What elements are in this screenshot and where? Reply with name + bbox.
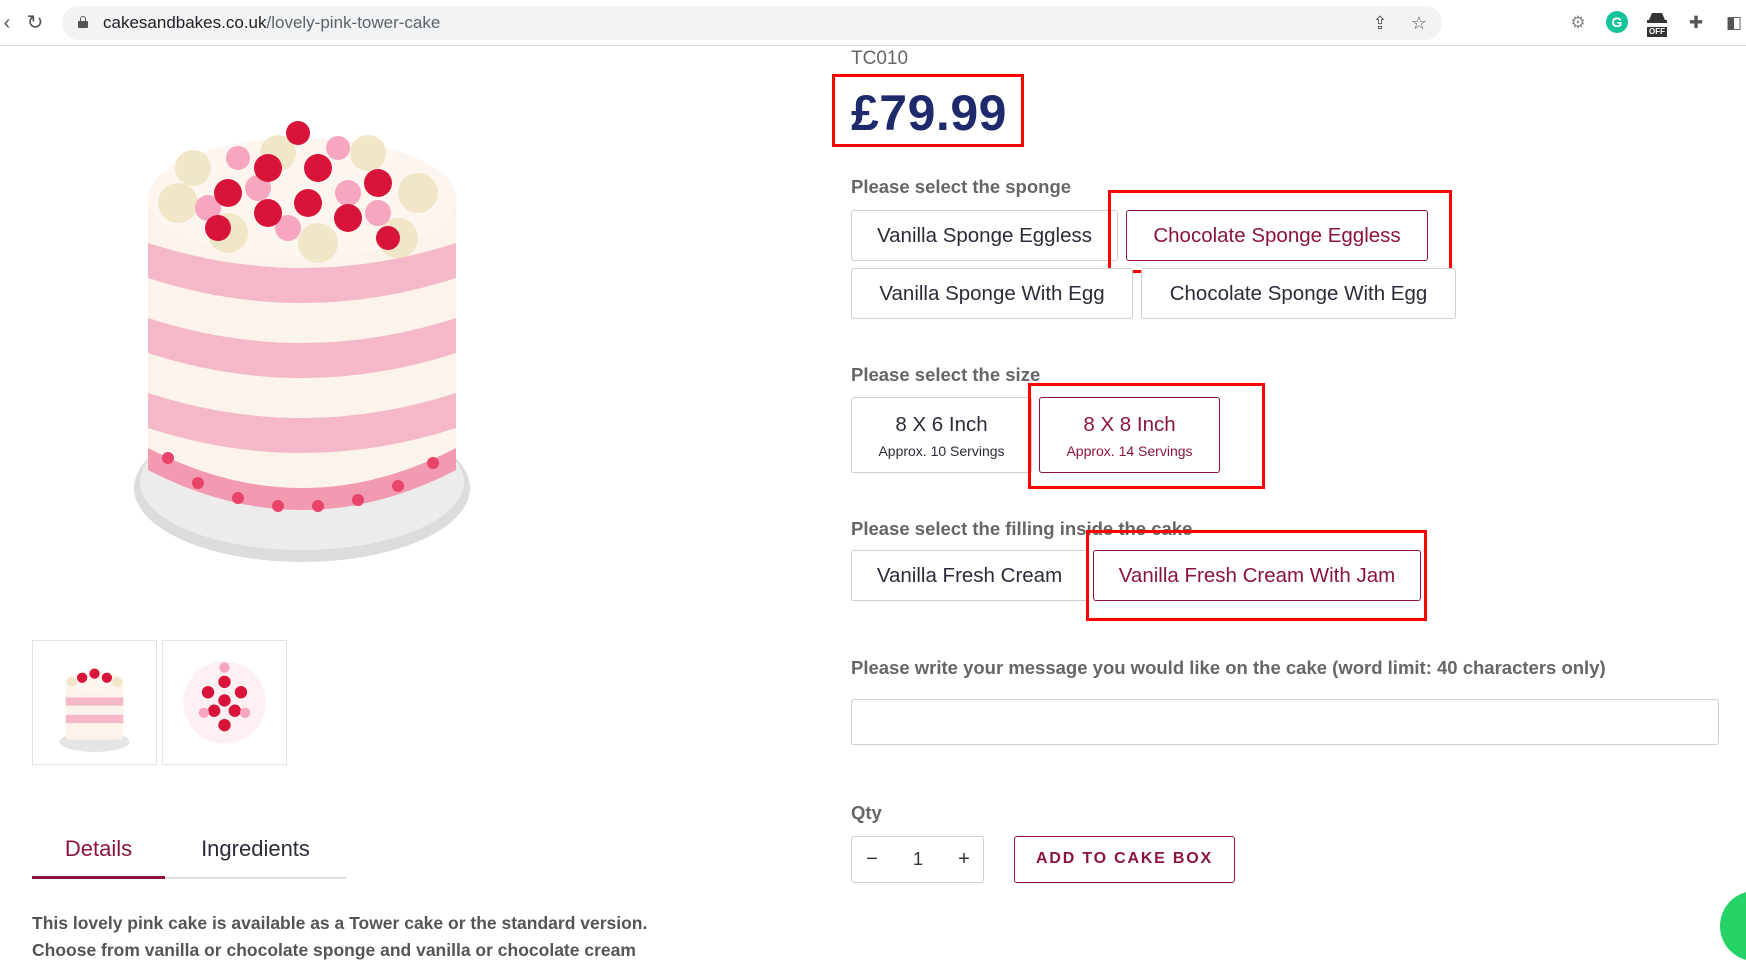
qty-label: Qty	[851, 802, 882, 823]
size-option-8x8-servings: Approx. 14 Servings	[1066, 443, 1193, 459]
filling-option-vanilla-fresh-cream-with-jam[interactable]: Vanilla Fresh Cream With Jam	[1093, 550, 1421, 601]
product-tabs: Details Ingredients	[32, 826, 346, 879]
thumbnail-top-view[interactable]	[162, 640, 287, 765]
qty-decrease-button[interactable]: −	[852, 837, 892, 882]
back-icon[interactable]: ‹	[0, 10, 20, 36]
product-description: This lovely pink cake is available as a …	[32, 913, 648, 960]
sponge-option-chocolate-with-egg[interactable]: Chocolate Sponge With Egg	[1141, 268, 1456, 319]
url-text: cakesandbakes.co.uk/lovely-pink-tower-ca…	[103, 13, 441, 32]
size-option-8x8[interactable]: 8 X 8 Inch Approx. 14 Servings	[1039, 397, 1220, 473]
size-option-8x6-label: 8 X 6 Inch	[895, 413, 988, 436]
grammarly-icon[interactable]: G	[1606, 11, 1630, 35]
add-to-cake-box-button[interactable]: ADD TO CAKE BOX	[1014, 836, 1235, 883]
address-bar[interactable]: cakesandbakes.co.uk/lovely-pink-tower-ca…	[62, 6, 1442, 40]
quantity-stepper: − 1 +	[851, 836, 984, 883]
browser-toolbar: ‹ ↻ cakesandbakes.co.uk/lovely-pink-towe…	[0, 0, 1746, 46]
sponge-option-vanilla-with-egg[interactable]: Vanilla Sponge With Egg	[851, 268, 1133, 319]
qty-increase-button[interactable]: +	[944, 837, 984, 882]
product-main-image[interactable]	[118, 78, 488, 572]
lock-icon	[78, 16, 88, 28]
filling-option-vanilla-fresh-cream[interactable]: Vanilla Fresh Cream	[851, 550, 1088, 601]
cake-message-input[interactable]	[851, 699, 1719, 745]
chat-widget-icon[interactable]	[1720, 891, 1746, 961]
extension-settings-icon[interactable]: ⚙	[1566, 11, 1590, 35]
qty-value[interactable]: 1	[892, 837, 944, 882]
sponge-label: Please select the sponge	[851, 176, 1072, 197]
puzzle-extensions-icon[interactable]: ✚	[1684, 11, 1708, 35]
size-option-8x6[interactable]: 8 X 6 Inch Approx. 10 Servings	[851, 397, 1032, 473]
product-price: £79.99	[851, 85, 1007, 141]
message-label: Please write your message you would like…	[851, 657, 1606, 678]
thumbnail-side-view[interactable]	[32, 640, 157, 765]
size-option-8x6-servings: Approx. 10 Servings	[878, 443, 1005, 459]
side-panel-icon[interactable]: ◧	[1722, 11, 1746, 35]
sponge-option-chocolate-eggless[interactable]: Chocolate Sponge Eggless	[1126, 210, 1428, 261]
off-badge: OFF	[1647, 27, 1667, 37]
size-label: Please select the size	[851, 364, 1041, 385]
size-option-8x8-label: 8 X 8 Inch	[1083, 413, 1176, 436]
share-icon[interactable]: ⇪	[1368, 11, 1392, 35]
bookmark-star-icon[interactable]: ☆	[1407, 11, 1431, 35]
tab-ingredients[interactable]: Ingredients	[165, 836, 346, 879]
product-sku: TC010	[851, 48, 909, 69]
reload-icon[interactable]: ↻	[22, 10, 48, 36]
tab-details[interactable]: Details	[32, 836, 165, 879]
incognito-extension-icon[interactable]: OFF	[1645, 11, 1669, 37]
sponge-option-vanilla-eggless[interactable]: Vanilla Sponge Eggless	[851, 210, 1118, 261]
